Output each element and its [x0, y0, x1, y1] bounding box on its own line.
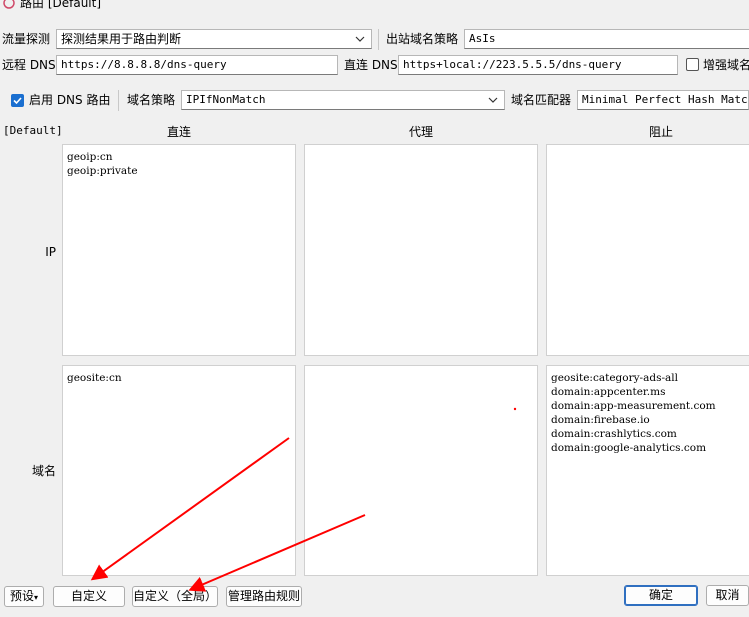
traffic-sniffing-value: 探测结果用于路由判断 [61, 32, 182, 46]
cancel-button[interactable]: 取消 [706, 585, 749, 606]
direct-dns-input[interactable]: https+local://223.5.5.5/dns-query [398, 55, 678, 75]
custom-button[interactable]: 自定义 [53, 586, 125, 607]
enhanced-domain-label: 增强域名 [703, 58, 749, 72]
preset-label: 预设 [9, 589, 34, 603]
domain-matcher-label: 域名匹配器 [511, 93, 572, 107]
title-bar: 路由 [Default] [0, 0, 749, 14]
enable-dns-routing-checkbox[interactable] [11, 94, 24, 107]
column-header-proxy: 代理 [408, 125, 433, 139]
ip-direct-textarea[interactable]: geoip:cn geoip:private [62, 144, 296, 356]
caret-down-icon: ▾ [34, 593, 39, 602]
row-label-domain: 域名 [31, 464, 56, 478]
preset-dropdown-button[interactable]: 预设▾ [4, 586, 44, 607]
manage-routing-rules-button[interactable]: 管理路由规则 [226, 586, 302, 607]
divider [118, 90, 119, 111]
row-label-ip: IP [45, 245, 56, 259]
app-icon [3, 0, 15, 9]
chevron-down-icon [355, 36, 365, 42]
domain-matcher-input[interactable]: Minimal Perfect Hash Matcher [577, 90, 749, 110]
domain-strategy-select[interactable]: IPIfNonMatch [181, 90, 505, 110]
domain-strategy-label: 域名策略 [127, 93, 176, 107]
divider [378, 29, 379, 50]
domain-direct-textarea[interactable]: geosite:cn [62, 365, 296, 576]
enable-dns-routing-label: 启用 DNS 路由 [29, 93, 111, 107]
column-header-block: 阻止 [648, 125, 673, 139]
domain-proxy-textarea[interactable] [304, 365, 538, 576]
enhanced-domain-checkbox[interactable] [686, 58, 699, 71]
ip-proxy-textarea[interactable] [304, 144, 538, 356]
custom-global-button[interactable]: 自定义（全局） [132, 586, 218, 607]
window-title: 路由 [Default] [20, 0, 102, 10]
remote-dns-label: 远程 DNS [2, 58, 56, 72]
ok-button[interactable]: 确定 [624, 585, 698, 606]
ip-block-textarea[interactable] [546, 144, 749, 356]
outbound-domain-strategy-input[interactable]: AsIs [464, 29, 749, 49]
traffic-sniffing-label: 流量探测 [2, 32, 51, 46]
remote-dns-input[interactable]: https://8.8.8.8/dns-query [56, 55, 338, 75]
domain-block-textarea[interactable]: geosite:category-ads-all domain:appcente… [546, 365, 749, 576]
chevron-down-icon [488, 97, 498, 103]
direct-dns-label: 直连 DNS [344, 58, 398, 72]
check-icon [13, 97, 22, 105]
column-header-direct: 直连 [166, 125, 191, 139]
domain-strategy-value: IPIfNonMatch [186, 93, 266, 106]
profile-label: [Default] [3, 124, 63, 137]
outbound-domain-strategy-label: 出站域名策略 [386, 32, 459, 46]
traffic-sniffing-select[interactable]: 探测结果用于路由判断 [56, 29, 372, 49]
